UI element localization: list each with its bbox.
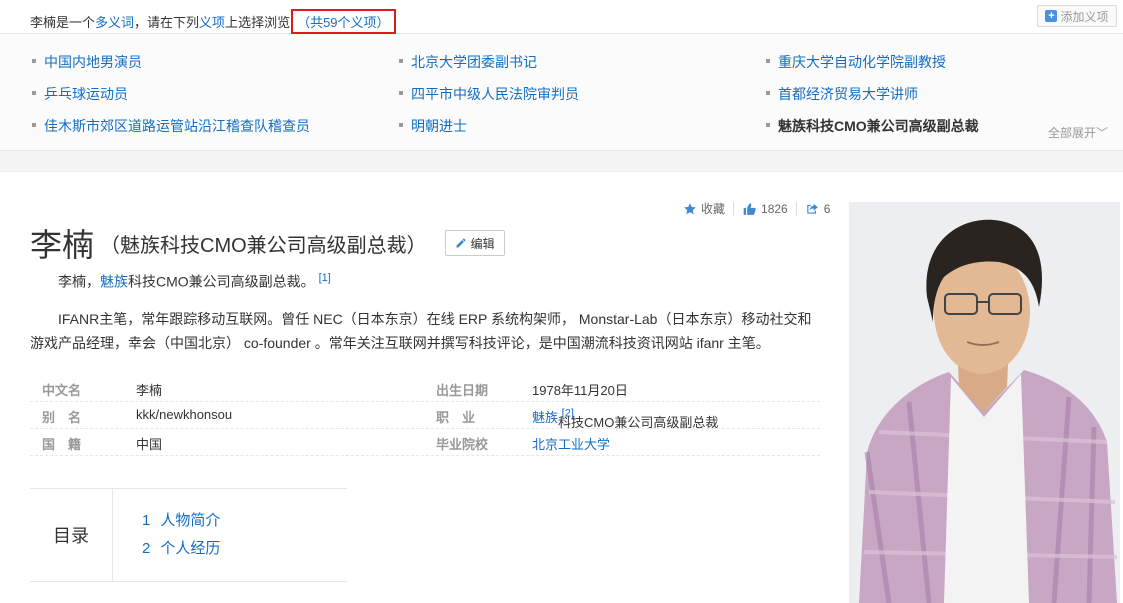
article-main: 收藏 1826 6 李楠 （魅族科技CMO兼公司高级副总裁） 编辑 李楠，魅族科… (0, 172, 1123, 603)
sense-link[interactable]: 义项 (199, 15, 225, 30)
share-icon (806, 203, 818, 214)
info-label: 职 业 (436, 410, 476, 425)
page-title: 李楠 (30, 227, 95, 263)
sense-item[interactable]: 乒乓球运动员 (32, 84, 128, 104)
reference-link[interactable]: [1] (319, 272, 331, 284)
polysemy-notice: 李楠是一个多义词，请在下列义项上选择浏览 （共59个义项） (30, 9, 396, 34)
divider (795, 201, 797, 216)
meizu-link[interactable]: 魅族 (532, 410, 558, 425)
info-value: 中国 (136, 437, 163, 452)
info-value: 魅族 科技CMO兼公司高级副总裁 [2] (532, 407, 718, 430)
add-sense-button[interactable]: + 添加义项 (1037, 5, 1117, 27)
sense-list: 中国内地男演员 北京大学团委副书记 重庆大学自动化学院副教授 乒乓球运动员 四平… (0, 34, 1123, 151)
chevron-down-icon: ﹀ (1096, 126, 1109, 140)
summary-text: 科技CMO兼公司高级副总裁。 (128, 273, 315, 290)
notice-middle: ，请在下列 (134, 15, 200, 30)
info-label: 出生日期 (436, 383, 489, 398)
notice-prefix: 李楠是一个 (30, 15, 96, 30)
summary-line: 游戏产品经理，幸会（中国北京） co-founder 。常年关注互联网并撰写科技… (30, 335, 770, 351)
toc-item[interactable]: 2 个人经历 (142, 537, 220, 558)
section-divider (0, 151, 1123, 172)
like-count: 1826 (761, 201, 788, 216)
polysemy-bar: 李楠是一个多义词，请在下列义项上选择浏览 （共59个义项） + 添加义项 (0, 0, 1123, 34)
toc-item-label: 人物简介 (160, 512, 221, 529)
portrait-illustration (849, 202, 1120, 603)
sense-item[interactable]: 佳木斯市郊区道路运管站沿江稽查队稽查员 (32, 116, 310, 136)
edit-button[interactable]: 编辑 (444, 230, 505, 256)
summary-paragraph: 李楠，魅族科技CMO兼公司高级副总裁。 [1] (30, 266, 830, 294)
edit-label: 编辑 (470, 236, 495, 251)
info-label: 毕业院校 (436, 437, 489, 452)
person-photo[interactable] (849, 202, 1120, 603)
sense-item-current: 魅族科技CMO兼公司高级副总裁 (766, 118, 979, 134)
share-button[interactable]: 6 (805, 201, 831, 216)
collect-button[interactable]: 收藏 (683, 200, 725, 217)
summary-line: IFANR主笔，常年跟踪移动互联网。曾任 NEC（日本东京）在线 ERP 系统构… (58, 311, 812, 327)
toc-title: 目录 (30, 489, 113, 581)
school-link[interactable]: 北京工业大学 (532, 437, 610, 452)
divider (733, 201, 735, 216)
info-row: 别 名 kkk/newkhonsou 职 业 魅族 科技CMO兼公司高级副总裁 [… (30, 402, 820, 430)
summary-paragraph: IFANR主笔，常年跟踪移动互联网。曾任 NEC（日本东京）在线 ERP 系统构… (30, 307, 830, 355)
info-label: 中文名 (42, 383, 82, 398)
star-icon (684, 202, 696, 214)
info-row: 国 籍 中国 毕业院校 北京工业大学 (30, 429, 820, 456)
notice-suffix: 上选择浏览 (225, 15, 291, 30)
lemma-title: 李楠 （魅族科技CMO兼公司高级副总裁） 编辑 (30, 220, 505, 266)
info-label: 别 名 (42, 410, 82, 425)
info-label: 国 籍 (42, 437, 82, 452)
page-subtitle: （魅族科技CMO兼公司高级副总裁） (100, 234, 427, 257)
sense-count[interactable]: （共59个义项） (291, 9, 396, 34)
toc-item-label: 个人经历 (160, 540, 221, 557)
sense-item[interactable]: 中国内地男演员 (32, 52, 142, 72)
sense-item[interactable]: 重庆大学自动化学院副教授 (766, 52, 946, 72)
plus-icon: + (1045, 10, 1058, 22)
polysemy-link[interactable]: 多义词 (95, 15, 134, 30)
sense-item[interactable]: 北京大学团委副书记 (399, 52, 537, 72)
expand-all-button[interactable]: 全部展开﹀ (1048, 124, 1108, 141)
info-value: 北京工业大学 (532, 434, 610, 453)
toc-item[interactable]: 1 人物简介 (142, 509, 220, 530)
basic-info-table: 中文名 李楠 出生日期 1978年11月20日 别 名 kkk/newkhons… (30, 375, 820, 456)
table-of-contents: 目录 1 人物简介 2 个人经历 (30, 488, 347, 582)
add-sense-label: 添加义项 (1060, 9, 1109, 24)
toc-item-number: 1 (142, 512, 151, 529)
meizu-link[interactable]: 魅族 (100, 274, 128, 290)
info-value: 1978年11月20日 (532, 383, 628, 398)
share-count: 6 (823, 201, 831, 216)
article-tools: 收藏 1826 6 (683, 200, 830, 217)
like-button[interactable]: 1826 (742, 202, 788, 216)
info-value: kkk/newkhonsou (136, 407, 233, 422)
sense-item[interactable]: 首都经济贸易大学讲师 (766, 84, 918, 104)
pencil-icon (456, 238, 466, 248)
summary-text: 李楠， (58, 273, 100, 290)
info-row: 中文名 李楠 出生日期 1978年11月20日 (30, 375, 820, 402)
sense-item[interactable]: 明朝进士 (399, 116, 467, 136)
thumbs-up-icon (743, 202, 756, 215)
sense-item[interactable]: 四平市中级人民法院审判员 (399, 84, 579, 104)
info-value: 李楠 (136, 383, 163, 398)
collect-label: 收藏 (701, 202, 726, 216)
expand-all-label: 全部展开 (1048, 126, 1097, 140)
toc-item-number: 2 (142, 540, 151, 557)
